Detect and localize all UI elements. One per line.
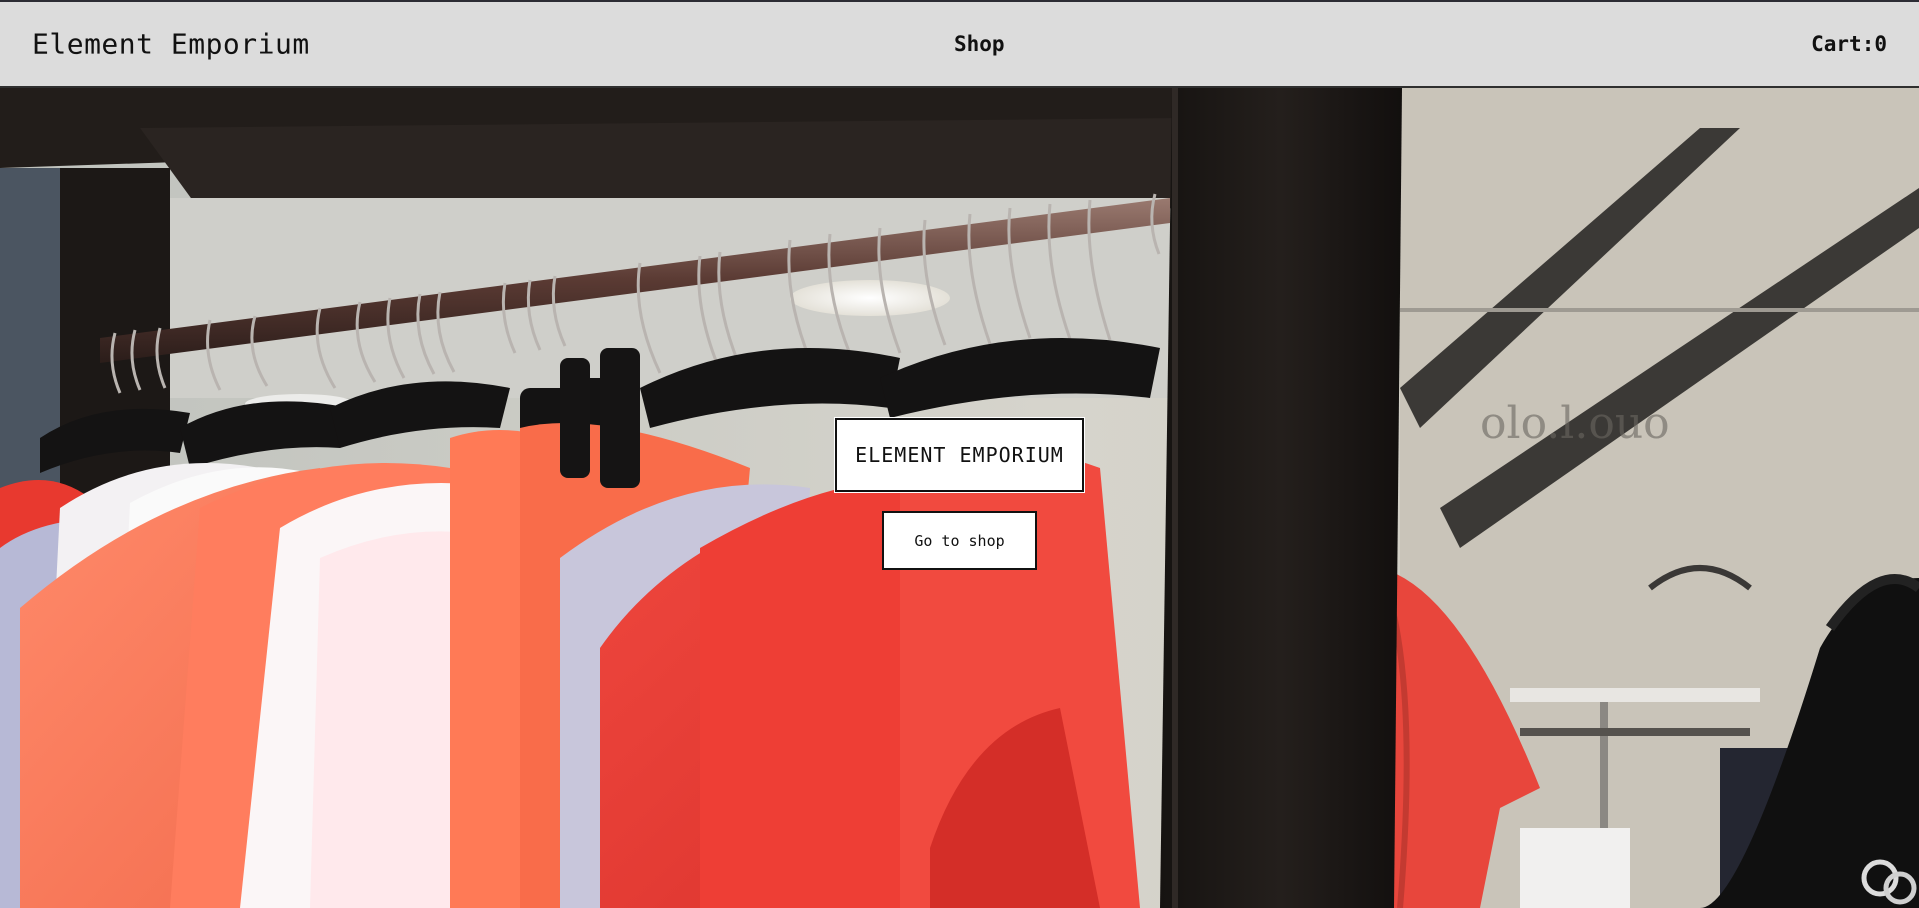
svg-text:olo.l.ouo: olo.l.ouo: [1480, 398, 1670, 449]
hero-section: olo.l.ouo ELEMENT EMPORIUM Go to shop: [0, 88, 1919, 908]
cart-label: Cart:: [1811, 32, 1875, 56]
hero-title: ELEMENT EMPORIUM: [834, 417, 1085, 493]
clothing-rack-photo: olo.l.ouo: [0, 88, 1919, 908]
go-to-shop-button[interactable]: Go to shop: [882, 511, 1037, 570]
nav-link-shop[interactable]: Shop: [954, 32, 1005, 56]
site-header: Element Emporium Shop Cart: 0: [0, 0, 1919, 88]
cart-link[interactable]: Cart: 0: [1811, 32, 1887, 56]
cart-count: 0: [1874, 32, 1887, 56]
brand-logo-text[interactable]: Element Emporium: [32, 28, 310, 61]
